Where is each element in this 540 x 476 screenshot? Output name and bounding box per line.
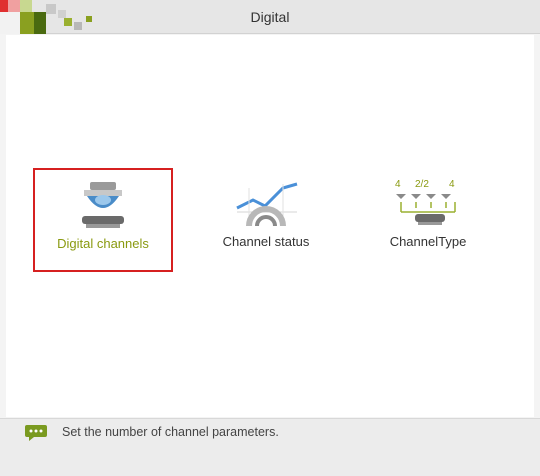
tile-channel-type[interactable]: 4 2/2 4 ChannelType — [358, 168, 498, 272]
tile-label: ChannelType — [389, 234, 467, 249]
channel-type-icon: 4 2/2 4 — [395, 179, 456, 225]
tile-label: Channel status — [222, 234, 310, 249]
count-right: 4 — [449, 179, 455, 190]
message-icon — [25, 425, 47, 441]
tile-label: Digital channels — [57, 236, 149, 251]
main-panel: Digital channels Channel status 4 2/2 4 — [6, 35, 534, 417]
chart-gauge-icon — [236, 182, 298, 227]
tile-channel-status[interactable]: Channel status — [196, 168, 336, 272]
status-bar: Set the number of channel parameters. — [0, 418, 540, 476]
camera-dome-icon — [82, 182, 124, 228]
status-text: Set the number of channel parameters. — [62, 425, 279, 439]
count-middle: 2/2 — [415, 179, 429, 190]
window-title: Digital — [250, 9, 290, 25]
count-left: 4 — [395, 179, 401, 190]
tile-digital-channels[interactable]: Digital channels — [33, 168, 173, 272]
title-bar: Digital — [0, 0, 540, 34]
